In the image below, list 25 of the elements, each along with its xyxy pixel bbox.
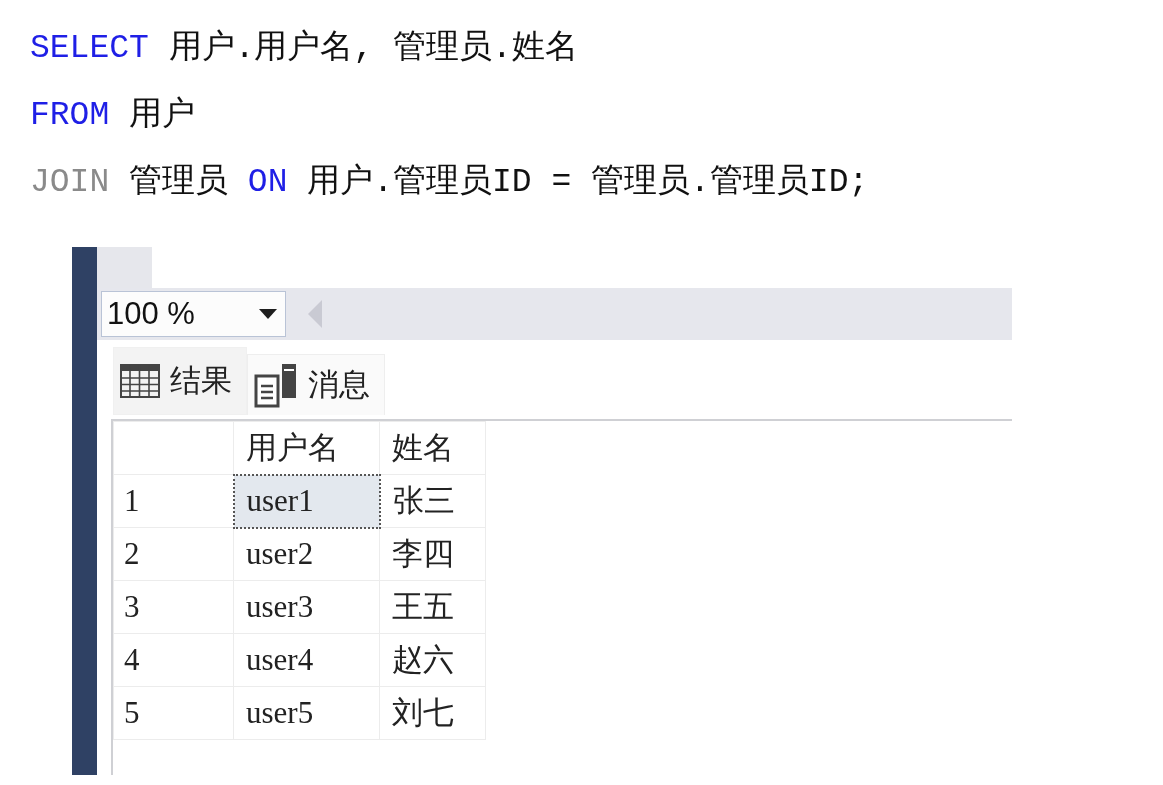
table-cell: user3 — [233, 580, 380, 634]
table-cell: user2 — [233, 527, 380, 581]
scroll-left-icon[interactable] — [308, 300, 322, 328]
zoom-dropdown[interactable]: 100 % — [101, 291, 286, 337]
table-cell: 王五 — [379, 580, 486, 634]
result-tab[interactable]: 结果 — [113, 347, 247, 415]
column-header: 姓名 — [379, 421, 486, 475]
row-number: 5 — [113, 686, 234, 740]
row-number: 2 — [113, 527, 234, 581]
table-cell: 赵六 — [379, 633, 486, 687]
row-number: 4 — [113, 633, 234, 687]
table-cell: user5 — [233, 686, 380, 740]
caret-icon — [259, 309, 277, 319]
result-tab[interactable]: 消息 — [247, 354, 385, 415]
document-server-icon — [254, 362, 298, 408]
row-number: 3 — [113, 580, 234, 634]
grid-icon — [120, 364, 160, 398]
code-line: FROM 用户 — [30, 95, 196, 136]
table-cell: 张三 — [379, 474, 486, 528]
table-cell: 李四 — [379, 527, 486, 581]
code-line: SELECT 用户.用户名, 管理员.姓名 — [30, 28, 578, 69]
table-cell: user1 — [233, 474, 380, 528]
code-line: JOIN 管理员 ON 用户.管理员ID = 管理员.管理员ID; — [30, 162, 869, 203]
table-cell: 刘七 — [379, 686, 486, 740]
table-cell: user4 — [233, 633, 380, 687]
